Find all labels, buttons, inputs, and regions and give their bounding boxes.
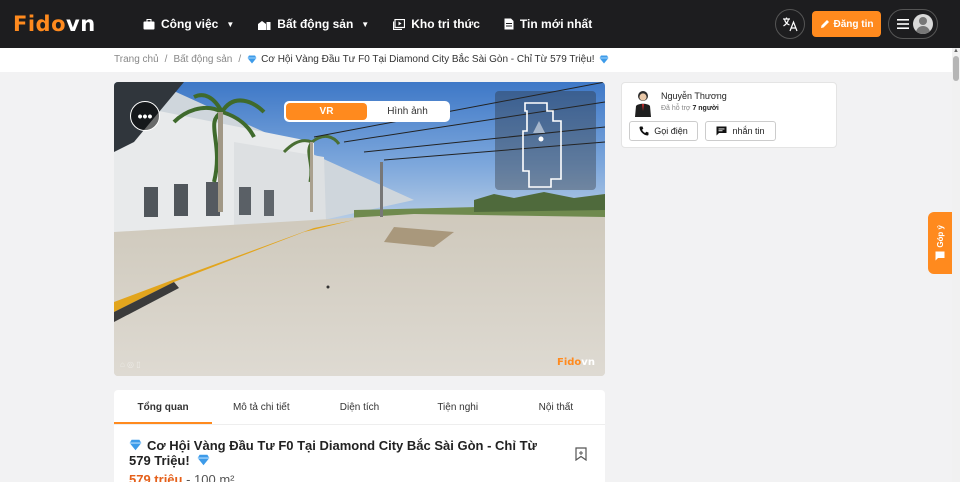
listing-price: 579 triệu <box>129 472 183 482</box>
bookmark-icon[interactable] <box>575 447 587 461</box>
briefcase-icon <box>143 18 155 29</box>
chat-icon <box>716 126 727 136</box>
breadcrumb-separator: / <box>238 54 242 65</box>
feedback-tab[interactable]: Góp ý <box>928 212 952 274</box>
caret-down-icon: ▼ <box>226 19 235 29</box>
tab-amenities[interactable]: Tiện nghi <box>409 390 507 424</box>
tab-vr[interactable]: VR <box>286 103 367 120</box>
agent-avatar <box>633 89 653 117</box>
nav-item-label: Tin mới nhất <box>519 17 593 31</box>
panorama-credit: ⌂ ◎ ▯ <box>120 360 141 369</box>
main-nav: Công việc ▼ Bất động sản ▼ Kho tri thức … <box>143 0 616 48</box>
breadcrumb-category[interactable]: Bất động sản <box>173 54 232 65</box>
breadcrumb-current: Cơ Hội Vàng Đầu Tư F0 Tại Diamond City B… <box>261 54 595 65</box>
library-icon <box>393 18 406 30</box>
more-options-button[interactable]: ••• <box>130 101 160 131</box>
logo[interactable]: Fidovn <box>13 12 96 36</box>
feedback-label: Góp ý <box>935 224 945 248</box>
diamond-icon <box>599 55 609 64</box>
nav-item-real-estate[interactable]: Bất động sản ▼ <box>258 17 369 31</box>
scroll-up-arrow-icon[interactable]: ▲ <box>953 48 959 54</box>
user-avatar <box>913 14 933 34</box>
top-navbar: Fidovn Công việc ▼ Bất động sản ▼ Kho tr… <box>0 0 960 48</box>
caret-down-icon: ▼ <box>361 19 370 29</box>
scrollbar-thumb[interactable] <box>953 56 959 81</box>
nav-item-label: Kho tri thức <box>411 17 480 31</box>
agent-support-count: Đã hỗ trợ 7 người <box>661 105 719 112</box>
tab-description[interactable]: Mô tả chi tiết <box>212 390 310 424</box>
message-button-label: nhắn tin <box>732 126 765 136</box>
breadcrumb: Trang chủ / Bất động sản / Cơ Hội Vàng Đ… <box>114 54 613 65</box>
agent-card: Nguyễn Thương Đã hỗ trợ 7 người Gọi điện… <box>621 82 837 148</box>
building-icon <box>258 20 271 30</box>
hamburger-icon <box>897 19 909 29</box>
call-button[interactable]: Gọi điện <box>629 121 698 141</box>
nav-item-label: Công việc <box>161 17 219 31</box>
detail-tabs: Tổng quan Mô tả chi tiết Diện tích Tiện … <box>114 390 605 424</box>
post-listing-button[interactable]: Đăng tin <box>812 11 881 37</box>
listing-title: Cơ Hội Vàng Đầu Tư F0 Tại Diamond City B… <box>129 438 549 468</box>
price-line: 579 triệu - 100 m² <box>129 472 235 482</box>
floor-plan-icon <box>522 102 562 188</box>
listing-area: - 100 m² <box>182 472 235 482</box>
user-menu-button[interactable] <box>888 9 938 39</box>
tab-furniture[interactable]: Nội thất <box>507 390 605 424</box>
vr-viewer[interactable]: ••• VR Hình ảnh ⌂ ◎ ▯ Fidovn <box>114 82 605 376</box>
translate-icon <box>783 17 798 32</box>
breadcrumb-separator: / <box>164 54 168 65</box>
breadcrumb-home[interactable]: Trang chủ <box>114 54 159 65</box>
diamond-icon <box>197 454 210 466</box>
nav-item-jobs[interactable]: Công việc ▼ <box>143 17 234 31</box>
chat-bubble-icon <box>935 251 945 261</box>
diamond-icon <box>129 439 142 451</box>
news-icon <box>504 18 514 30</box>
tab-overview[interactable]: Tổng quan <box>114 390 213 424</box>
listing-card: Cơ Hội Vàng Đầu Tư F0 Tại Diamond City B… <box>114 424 605 482</box>
agent-name: Nguyễn Thương <box>661 91 727 101</box>
page-scrollbar[interactable]: ▲ <box>952 48 960 482</box>
viewer-watermark: Fidovn <box>557 357 595 368</box>
tab-photos[interactable]: Hình ảnh <box>367 103 448 120</box>
nav-item-latest-news[interactable]: Tin mới nhất <box>504 17 592 31</box>
phone-icon <box>639 126 649 136</box>
translate-button[interactable] <box>775 9 805 39</box>
call-button-label: Gọi điện <box>654 126 688 136</box>
media-toggle: VR Hình ảnh <box>284 101 450 122</box>
nav-item-knowledge[interactable]: Kho tri thức <box>393 17 480 31</box>
pencil-icon <box>820 20 829 28</box>
nav-item-label: Bất động sản <box>277 17 354 31</box>
tab-area[interactable]: Diện tích <box>310 390 408 424</box>
listing-title-text: Cơ Hội Vàng Đầu Tư F0 Tại Diamond City B… <box>129 438 537 468</box>
diamond-icon <box>247 55 257 64</box>
message-button[interactable]: nhắn tin <box>705 121 776 141</box>
floor-minimap[interactable] <box>495 91 596 190</box>
post-listing-label: Đăng tin <box>833 18 874 30</box>
